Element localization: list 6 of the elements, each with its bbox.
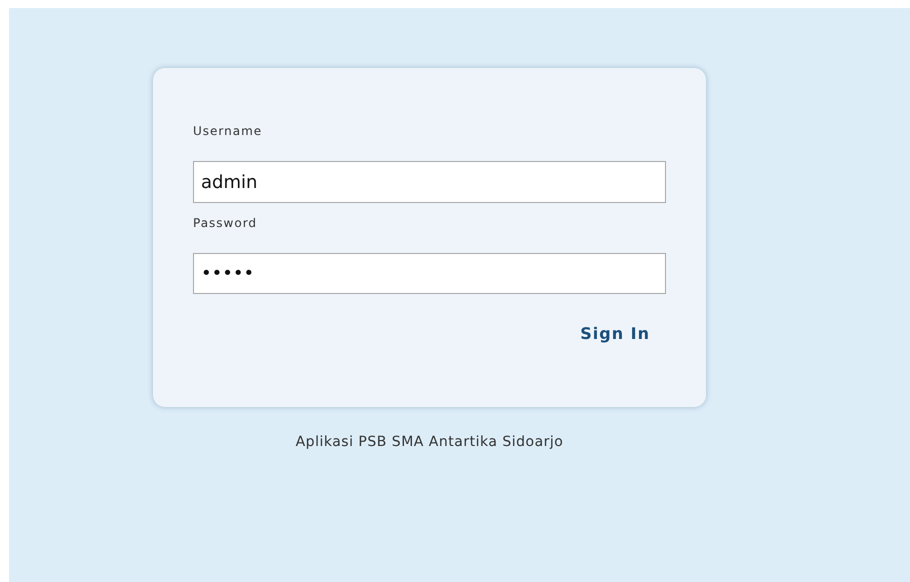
footer-text: Aplikasi PSB SMA Antartika Sidoarjo xyxy=(296,433,564,452)
field-label: Password xyxy=(193,215,258,231)
input-field[interactable]: admin xyxy=(193,161,666,203)
input-field[interactable]: ••••• xyxy=(193,253,666,294)
sign-in-button[interactable]: Sign In xyxy=(580,322,650,346)
field-label: Username xyxy=(193,123,264,139)
